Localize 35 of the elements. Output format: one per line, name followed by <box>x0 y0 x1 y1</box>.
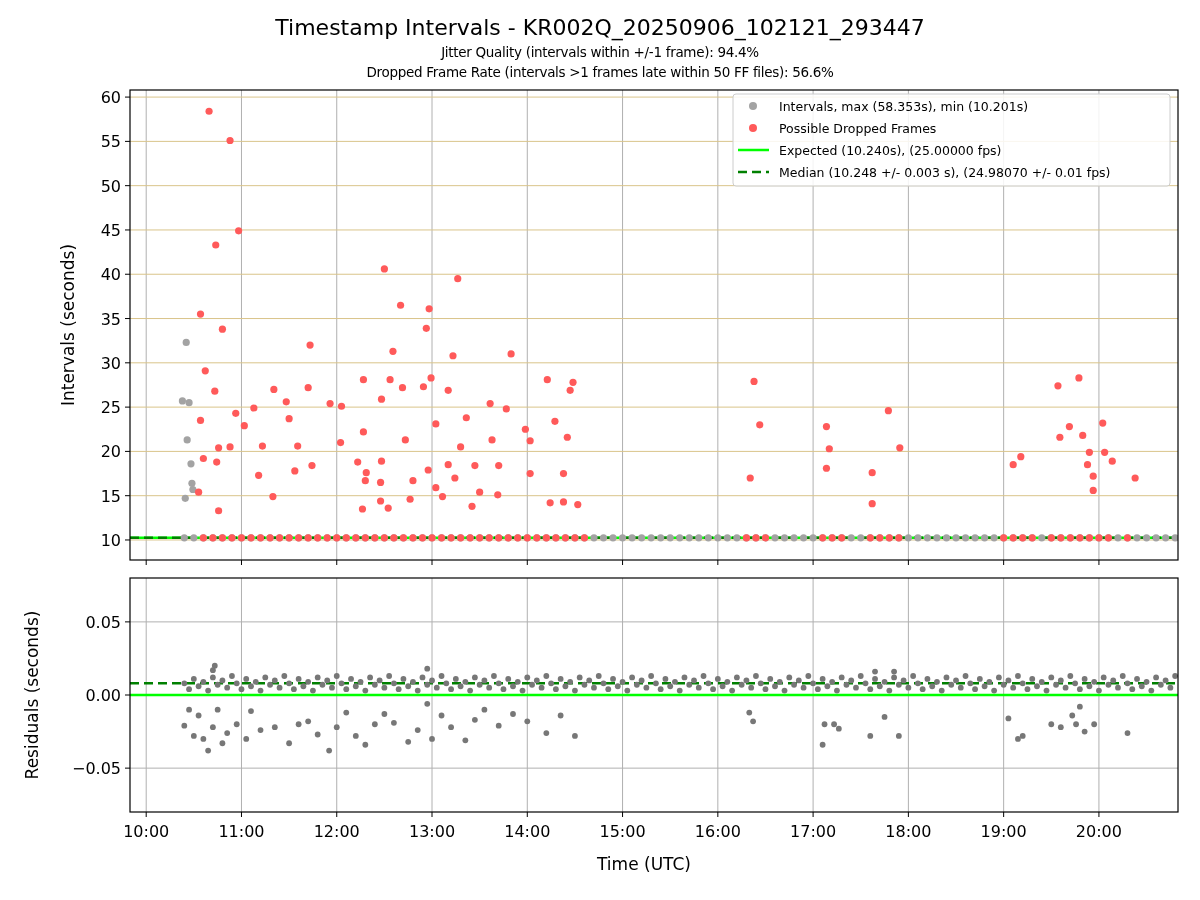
axis-tick-label: 14:00 <box>504 822 551 841</box>
axis-tick-label: 0.05 <box>85 612 121 632</box>
chart-subtitle: Dropped Frame Rate (intervals >1 frames late within 50 FF files): 56.6% <box>366 63 834 82</box>
legend-text: Median (10.248 +/- 0.003 s), (24.98070 +/- 0.01 fps) <box>779 164 1111 180</box>
chart-subtitle: Jitter Quality (intervals within +/-1 frame): 94.4% <box>441 43 759 62</box>
legend-text: Expected (10.240s), (25.00000 fps) <box>779 142 1002 158</box>
chart-title: Timestamp Intervals - KR002Q_20250906_102121_293447 <box>275 14 925 42</box>
axis-tick-label: 20:00 <box>1075 822 1122 841</box>
legend-text: Intervals, max (58.353s), min (10.201s) <box>779 98 1029 114</box>
axis-tick-label: 55 <box>100 132 121 152</box>
axis-tick-label: 15:00 <box>599 822 646 841</box>
axis-tick-label: 60 <box>100 88 121 108</box>
axis-tick-label: 0.00 <box>85 686 121 705</box>
axis-label: Intervals (seconds) <box>58 243 78 407</box>
axis-tick-label: 10:00 <box>123 822 170 841</box>
axis-tick-label: 20 <box>100 442 121 462</box>
axis-tick-label: 25 <box>100 398 121 418</box>
axis-tick-label: 13:00 <box>408 822 456 841</box>
axis-tick-label: 12:00 <box>313 822 360 841</box>
axis-tick-label: 40 <box>100 265 121 285</box>
axis-tick-label: 19:00 <box>980 822 1027 841</box>
axis-tick-label: −0.05 <box>71 759 121 779</box>
axis-tick-label: 16:00 <box>694 822 741 841</box>
axis-tick-label: 11:00 <box>218 822 265 841</box>
axis-tick-label: 35 <box>100 309 121 329</box>
axis-tick-label: 45 <box>100 220 121 240</box>
axis-label: Residuals (seconds) <box>22 610 42 780</box>
axis-tick-label: 15 <box>100 486 121 506</box>
axis-label: Time (UTC) <box>597 854 691 874</box>
axis-tick-label: 50 <box>100 176 121 196</box>
axis-tick-label: 10 <box>100 531 121 550</box>
axis-tick-label: 18:00 <box>885 822 932 841</box>
axis-tick-label: 30 <box>100 353 121 373</box>
legend-text: Possible Dropped Frames <box>779 120 937 136</box>
axis-tick-label: 17:00 <box>790 822 837 841</box>
